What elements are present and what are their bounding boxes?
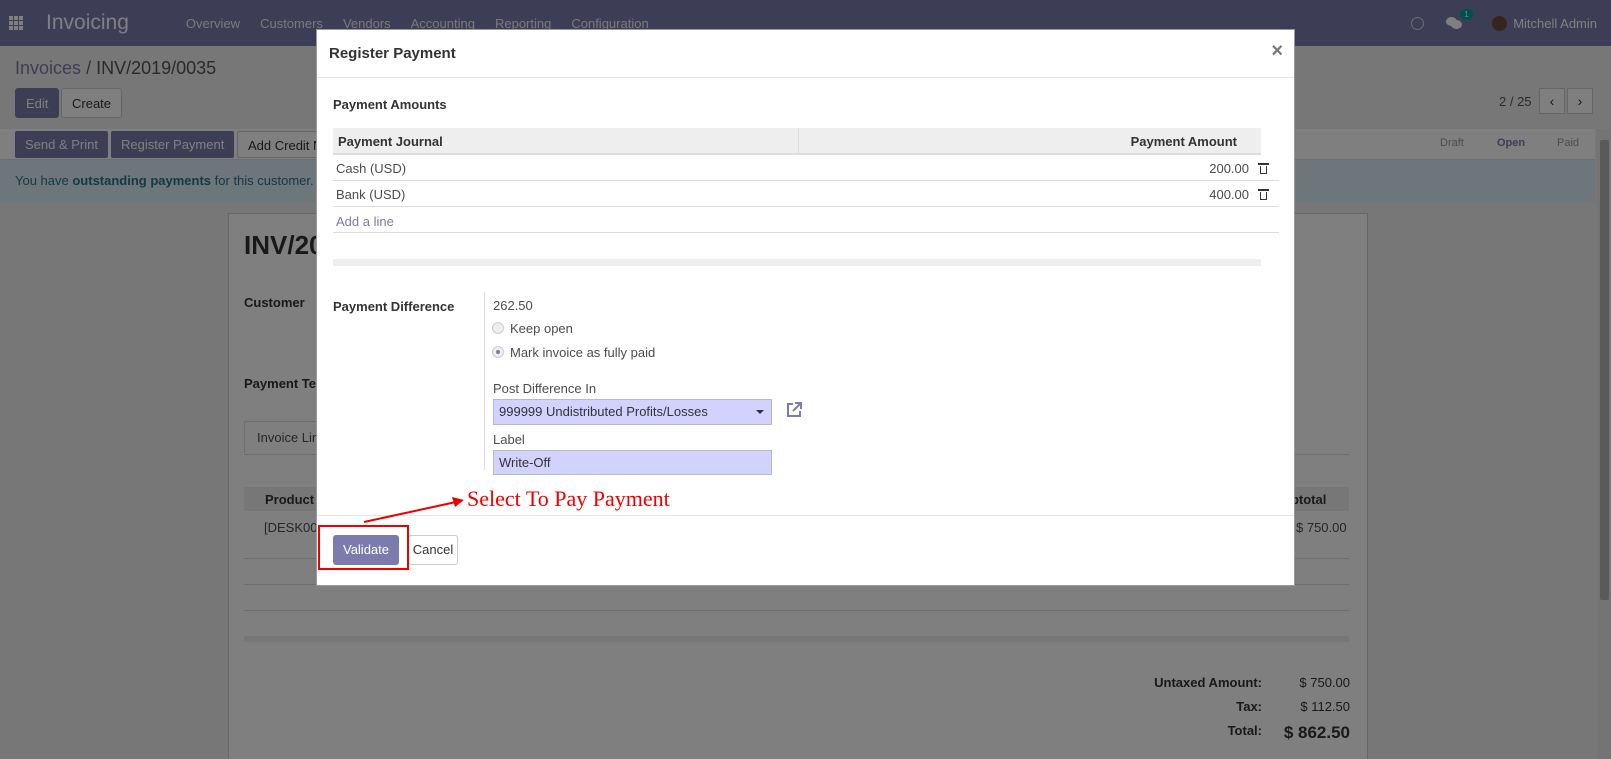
trash-icon[interactable] [1258,163,1269,174]
annotation-text: Select To Pay Payment [467,486,670,511]
add-line-row [333,207,1279,233]
write-off-label-input[interactable]: Write-Off [493,450,772,475]
post-difference-value: 999999 Undistributed Profits/Losses [499,404,708,419]
field-divider [484,292,485,470]
payment-line-amount[interactable]: 400.00 [1133,187,1249,202]
external-link-icon[interactable] [784,400,804,420]
payment-line-row[interactable]: Cash (USD) 200.00 [333,155,1279,181]
post-difference-label: Post Difference In [493,381,597,396]
close-icon[interactable]: × [1271,40,1283,63]
payment-difference-value: 262.50 [493,298,533,313]
payment-line-journal[interactable]: Bank (USD) [336,187,405,202]
column-payment-journal[interactable]: Payment Journal [338,134,443,149]
payment-line-journal[interactable]: Cash (USD) [336,161,406,176]
payment-difference-label: Payment Difference [333,299,455,314]
payment-line-row[interactable]: Bank (USD) 400.00 [333,181,1279,207]
post-difference-select[interactable]: 999999 Undistributed Profits/Losses [493,399,772,425]
dialog-title: Register Payment [329,45,456,62]
payment-line-amount[interactable]: 200.00 [1133,161,1249,176]
chevron-down-icon[interactable] [756,410,764,414]
cancel-button[interactable]: Cancel [408,535,458,565]
mark-fully-paid-label[interactable]: Mark invoice as fully paid [510,345,655,360]
payment-amounts-title: Payment Amounts [333,97,447,112]
annotation-highlight-box [318,525,409,570]
keep-open-radio[interactable] [492,322,504,334]
column-payment-amount[interactable]: Payment Amount [1117,134,1237,149]
keep-open-label[interactable]: Keep open [510,321,573,336]
payment-lines-footer [333,259,1261,266]
header-column-divider [798,128,799,155]
mark-fully-paid-radio[interactable] [492,346,504,358]
dialog-header-divider [317,77,1294,78]
trash-icon[interactable] [1258,189,1269,200]
write-off-label-label: Label [493,432,525,447]
annotation-arrow-icon [363,497,464,523]
